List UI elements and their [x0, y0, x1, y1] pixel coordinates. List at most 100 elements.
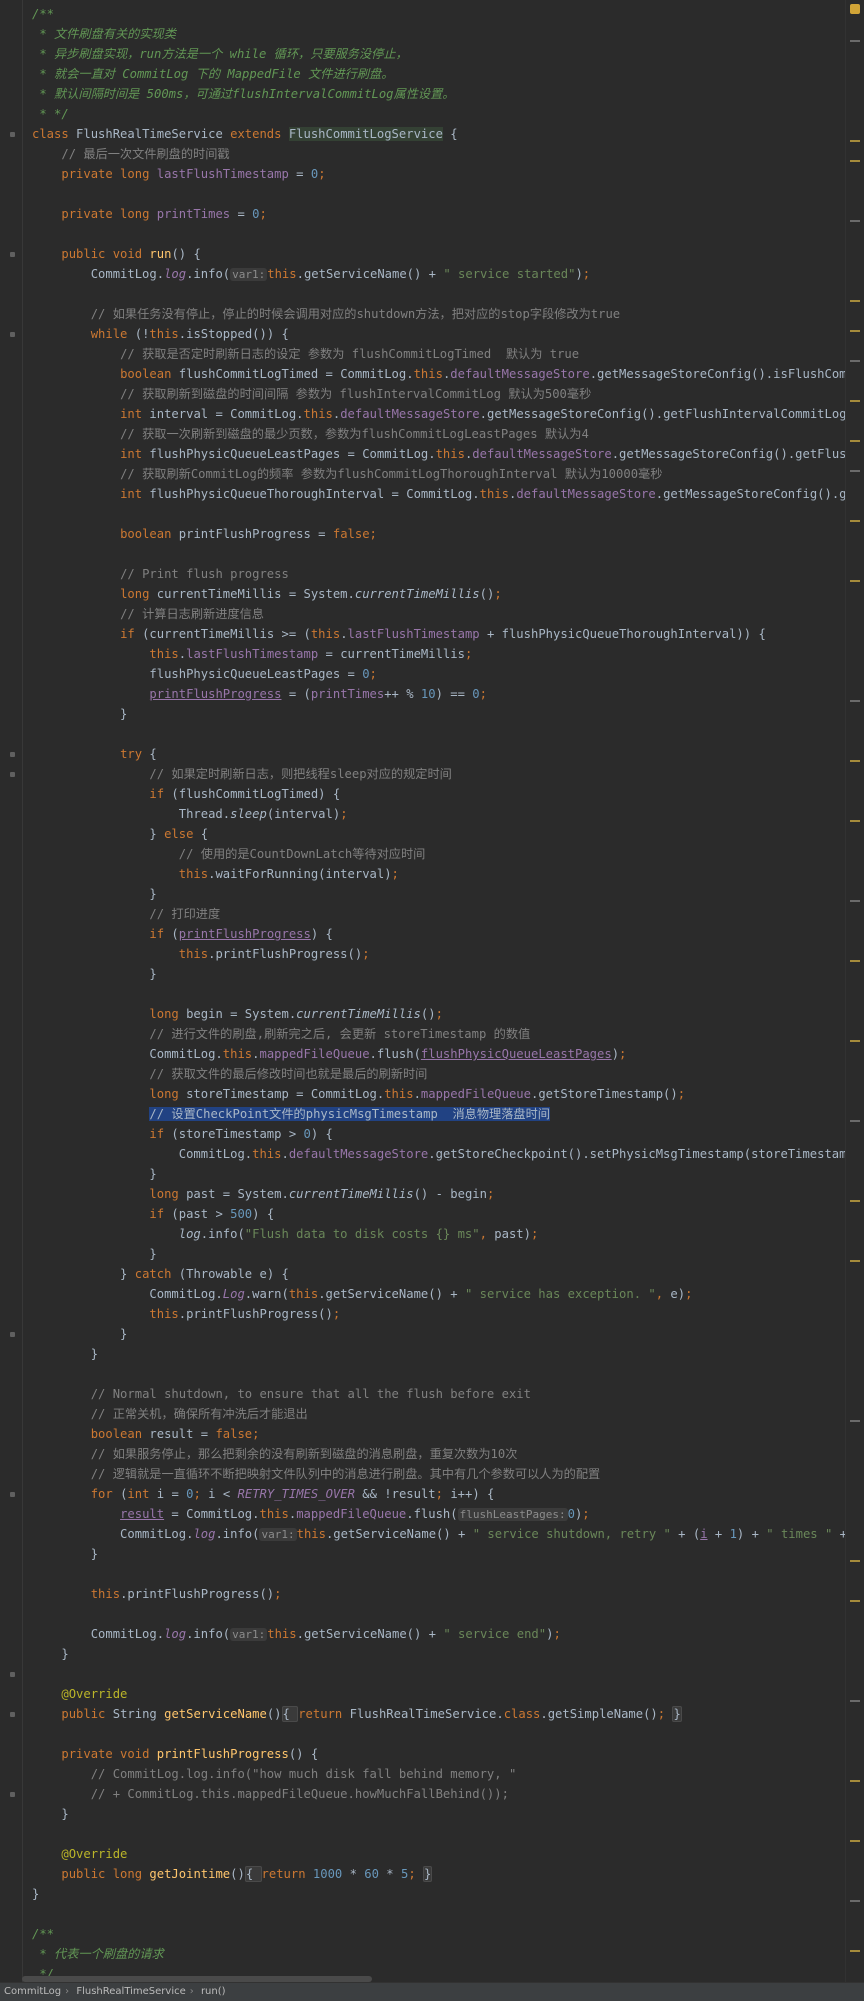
code-line[interactable]: this.printFlushProgress();: [32, 1584, 282, 1604]
code-line[interactable]: CommitLog.log.info(var1: this.getServiceN…: [32, 1624, 561, 1644]
code-line[interactable]: // 获取文件的最后修改时间也就是最后的刷新时间: [32, 1064, 427, 1084]
fold-marker-icon[interactable]: [10, 772, 15, 777]
code-line[interactable]: result = CommitLog.this.mappedFileQueue.…: [32, 1504, 590, 1524]
code-line[interactable]: // 打印进度: [32, 904, 220, 924]
code-line[interactable]: }: [32, 1164, 156, 1184]
code-line[interactable]: class FlushRealTimeService extends Flush…: [32, 124, 458, 144]
code-line[interactable]: private long lastFlushTimestamp = 0;: [32, 164, 325, 184]
scrollbar-marker[interactable]: [850, 1700, 860, 1702]
code-line[interactable]: // 获取刷新到磁盘的时间间隔 参数为 flushIntervalCommitL…: [32, 384, 591, 404]
scrollbar-marker[interactable]: [850, 400, 860, 402]
code-line[interactable]: /**: [32, 1924, 54, 1944]
code-line[interactable]: // CommitLog.log.info("how much disk fal…: [32, 1764, 517, 1784]
code-line[interactable]: }: [32, 1804, 68, 1824]
code-line[interactable]: // 如果服务停止，那么把剩余的没有刷新到磁盘的消息刷盘，重复次数为10次: [32, 1444, 518, 1464]
folded-region[interactable]: }: [423, 1866, 433, 1882]
code-line[interactable]: }: [32, 1884, 39, 1904]
code-line[interactable]: // 如果定时刷新日志，则把线程sleep对应的规定时间: [32, 764, 451, 784]
fold-marker-icon[interactable]: [10, 1492, 15, 1497]
code-line[interactable]: }: [32, 1344, 98, 1364]
code-line[interactable]: while (!this.isStopped()) {: [32, 324, 289, 344]
code-line[interactable]: // 正常关机，确保所有冲洗后才能退出: [32, 1404, 308, 1424]
scrollbar-marker[interactable]: [850, 440, 860, 442]
code-line[interactable]: int interval = CommitLog.this.defaultMes…: [32, 404, 846, 424]
code-line[interactable]: // 计算日志刷新进度信息: [32, 604, 264, 624]
code-line[interactable]: int flushPhysicQueueThoroughInterval = C…: [32, 484, 846, 504]
scrollbar-marker[interactable]: [850, 160, 860, 162]
code-line[interactable]: * 异步刷盘实现，run方法是一个 while 循环，只要服务没停止，: [32, 44, 407, 64]
code-line[interactable]: // 获取是否定时刷新日志的设定 参数为 flushCommitLogTimed…: [32, 344, 579, 364]
code-line[interactable]: CommitLog.log.info(var1: this.getServiceN…: [32, 264, 590, 284]
code-line[interactable]: boolean flushCommitLogTimed = CommitLog.…: [32, 364, 846, 384]
scrollbar-marker[interactable]: [850, 1420, 860, 1422]
folded-region[interactable]: {: [244, 1866, 262, 1882]
fold-marker-icon[interactable]: [10, 1792, 15, 1797]
code-line[interactable]: this.waitForRunning(interval);: [32, 864, 399, 884]
scrollbar-marker[interactable]: [850, 1200, 860, 1202]
code-line[interactable]: private long printTimes = 0;: [32, 204, 266, 224]
fold-marker-icon[interactable]: [10, 132, 15, 137]
code-line[interactable]: long begin = System.currentTimeMillis();: [32, 1004, 443, 1024]
code-line[interactable]: for (int i = 0; i < RETRY_TIMES_OVER && …: [32, 1484, 495, 1504]
code-line[interactable]: }: [32, 1644, 68, 1664]
code-line[interactable]: if (currentTimeMillis >= (this.lastFlush…: [32, 624, 766, 644]
code-line[interactable]: // 最后一次文件刷盘的时间戳: [32, 144, 229, 164]
code-line[interactable]: @Override: [32, 1844, 127, 1864]
scrollbar-marker[interactable]: [850, 1900, 860, 1902]
scrollbar-marker[interactable]: [850, 1040, 860, 1042]
editor-vertical-scrollbar[interactable]: [845, 0, 864, 1982]
code-line[interactable]: @Override: [32, 1684, 127, 1704]
scrollbar-marker[interactable]: [850, 1600, 860, 1602]
breadcrumb-item-method[interactable]: run(): [197, 1986, 230, 1997]
code-editor[interactable]: /** * 文件刷盘有关的实现类 * 异步刷盘实现，run方法是一个 while…: [0, 0, 846, 1982]
scrollbar-marker[interactable]: [850, 360, 860, 362]
scrollbar-marker[interactable]: [850, 820, 860, 822]
code-line[interactable]: this.lastFlushTimestamp = currentTimeMil…: [32, 644, 472, 664]
scrollbar-marker[interactable]: [850, 520, 860, 522]
code-line[interactable]: }: [32, 704, 127, 724]
breadcrumb-item-class[interactable]: CommitLog: [0, 1986, 65, 1997]
code-line[interactable]: if (flushCommitLogTimed) {: [32, 784, 340, 804]
code-line[interactable]: long currentTimeMillis = System.currentT…: [32, 584, 502, 604]
scrollbar-marker[interactable]: [850, 330, 860, 332]
folded-region[interactable]: {: [281, 1706, 299, 1722]
code-line[interactable]: this.printFlushProgress();: [32, 1304, 340, 1324]
code-line[interactable]: * 文件刷盘有关的实现类: [32, 24, 176, 44]
code-line[interactable]: // 如果任务没有停止，停止的时候会调用对应的shutdown方法，把对应的st…: [32, 304, 620, 324]
code-line[interactable]: CommitLog.log.info(var1: this.getServiceN…: [32, 1524, 846, 1544]
code-line[interactable]: CommitLog.this.mappedFileQueue.flush(flu…: [32, 1044, 626, 1064]
scrollbar-marker[interactable]: [850, 1780, 860, 1782]
scrollbar-marker[interactable]: [850, 580, 860, 582]
code-line[interactable]: public void run() {: [32, 244, 200, 264]
fold-marker-icon[interactable]: [10, 1332, 15, 1337]
code-line[interactable]: if (past > 500) {: [32, 1204, 274, 1224]
code-line[interactable]: /**: [32, 4, 54, 24]
code-line[interactable]: }: [32, 884, 156, 904]
fold-marker-icon[interactable]: [10, 1712, 15, 1717]
code-line[interactable]: // + CommitLog.this.mappedFileQueue.howM…: [32, 1784, 509, 1804]
scrollbar-marker[interactable]: [850, 470, 860, 472]
scrollbar-marker[interactable]: [850, 1260, 860, 1262]
breadcrumb-item-inner-class[interactable]: FlushRealTimeService: [72, 1986, 189, 1997]
code-line[interactable]: Thread.sleep(interval);: [32, 804, 348, 824]
code-line[interactable]: // 进行文件的刷盘,刷新完之后, 会更新 storeTimestamp 的数值: [32, 1024, 530, 1044]
code-line[interactable]: flushPhysicQueueLeastPages = 0;: [32, 664, 376, 684]
folded-region[interactable]: }: [672, 1706, 682, 1722]
inspection-status-icon[interactable]: [850, 4, 860, 14]
code-line[interactable]: }: [32, 1544, 98, 1564]
scrollbar-marker[interactable]: [850, 1950, 860, 1952]
scrollbar-marker[interactable]: [850, 1560, 860, 1562]
code-line[interactable]: CommitLog.Log.warn(this.getServiceName()…: [32, 1284, 692, 1304]
scrollbar-marker[interactable]: [850, 960, 860, 962]
code-line[interactable]: // 获取刷新CommitLog的频率 参数为flushCommitLogTho…: [32, 464, 662, 484]
scrollbar-marker[interactable]: [850, 300, 860, 302]
fold-marker-icon[interactable]: [10, 252, 15, 257]
code-line[interactable]: // 使用的是CountDownLatch等待对应时间: [32, 844, 426, 864]
code-line[interactable]: // Print flush progress: [32, 564, 289, 584]
code-line[interactable]: * 就会一直对 CommitLog 下的 MappedFile 文件进行刷盘。: [32, 64, 393, 84]
code-line[interactable]: if (storeTimestamp > 0) {: [32, 1124, 332, 1144]
code-line[interactable]: this.printFlushProgress();: [32, 944, 370, 964]
fold-marker-icon[interactable]: [10, 1672, 15, 1677]
code-line[interactable]: }: [32, 964, 156, 984]
code-line[interactable]: } catch (Throwable e) {: [32, 1264, 289, 1284]
